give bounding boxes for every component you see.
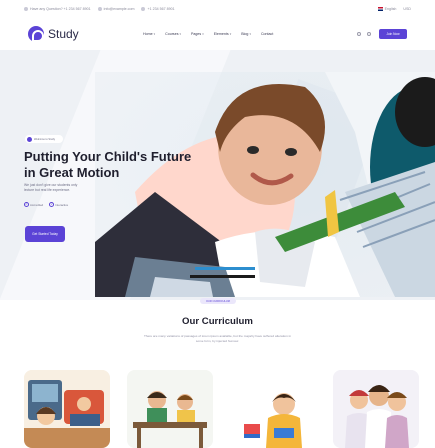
hero-title: Putting Your Child's Future in Great Mot… <box>24 149 192 180</box>
menu-item-pages[interactable]: Pages ▾ <box>191 32 204 36</box>
badge-icon <box>27 136 32 142</box>
phone-icon <box>141 7 146 11</box>
menu-item-label: Blog <box>241 32 249 36</box>
chevron-down-icon: ▾ <box>179 32 182 36</box>
curriculum-card[interactable] <box>333 370 419 448</box>
topbar-phone-text: Have any Question? +1 234 567 8901 <box>30 7 91 11</box>
friends-group-illustration-icon <box>333 370 419 448</box>
currency-label: USD <box>403 7 411 11</box>
hero-check-label: Accredited <box>30 202 44 207</box>
menu-item-label: Home <box>143 32 153 36</box>
hero-check-label: Interactive <box>55 202 69 207</box>
hero-checks: ✓ Accredited ✓ Interactive <box>24 202 68 207</box>
hero-badge: Welcome to Study <box>25 135 63 143</box>
menu-item-blog[interactable]: Blog ▾ <box>241 32 251 36</box>
check-icon: ✓ <box>49 202 55 207</box>
students-desk-illustration-icon <box>127 370 213 448</box>
topbar-phone2-text: +1 234 567 8901 <box>147 7 175 11</box>
language-select[interactable]: English <box>377 7 397 11</box>
search-icon[interactable] <box>357 32 361 36</box>
cart-icon[interactable] <box>367 32 371 36</box>
currency-select[interactable]: USD <box>403 7 411 11</box>
hero-description: We just don't give our students only lec… <box>24 183 78 192</box>
logo[interactable]: Study <box>28 26 123 42</box>
flag-icon <box>377 7 383 11</box>
logo-text: Study <box>48 27 79 41</box>
chevron-down-icon: ▾ <box>229 32 232 36</box>
menu-item-label: Pages <box>191 32 202 36</box>
curriculum-card[interactable] <box>127 370 213 448</box>
hero-student-photo <box>95 72 435 297</box>
kid-with-book-illustration-icon <box>230 370 316 448</box>
children-class-illustration-icon <box>24 370 110 448</box>
menu-item-elements[interactable]: Elements ▾ <box>214 32 232 36</box>
curriculum-cards <box>24 370 424 448</box>
get-started-button[interactable]: Get Started Today <box>25 226 65 242</box>
topbar-email[interactable]: info@example.com <box>97 7 135 11</box>
menu-item-contact[interactable]: Contact <box>261 32 273 36</box>
topbar-phone[interactable]: Have any Question? +1 234 567 8901 <box>24 7 91 11</box>
language-label: English <box>384 7 397 11</box>
join-now-button[interactable]: Join Now <box>379 29 407 39</box>
nav-icons <box>357 32 371 36</box>
hero-check-item: ✓ Interactive <box>49 202 68 207</box>
hero-check-item: ✓ Accredited <box>24 202 43 207</box>
curriculum-pill: OUR CURRICULUM <box>200 298 236 304</box>
phone-icon <box>24 7 28 11</box>
curriculum-description: There are many variations of passages of… <box>144 334 291 343</box>
topbar-phone2[interactable]: +1 234 567 8901 <box>141 7 175 11</box>
topbar: Have any Question? +1 234 567 8901 info@… <box>0 0 435 18</box>
curriculum-title: Our Curriculum <box>182 316 253 327</box>
menu-item-label: Elements <box>213 32 229 36</box>
main-menu: Home ▾ Courses ▾ Pages ▾ Elements ▾ Blog ▾ Co… <box>143 32 273 36</box>
menu-item-label: Contact <box>260 32 274 36</box>
logo-icon <box>28 26 44 42</box>
curriculum-card[interactable] <box>230 370 316 448</box>
chevron-down-icon: ▾ <box>202 32 204 36</box>
menu-item-courses[interactable]: Courses ▾ <box>165 32 181 36</box>
menu-item-home[interactable]: Home ▾ <box>143 32 155 36</box>
curriculum-card[interactable] <box>24 370 110 448</box>
chevron-down-icon: ▾ <box>249 32 251 36</box>
menu-item-label: Courses <box>165 32 179 36</box>
chevron-down-icon: ▾ <box>153 32 156 36</box>
navbar: Study Home ▾ Courses ▾ Pages ▾ Elements ▾ Bl… <box>0 18 435 50</box>
hero-badge-text: Welcome to Study <box>34 137 55 141</box>
mail-icon <box>97 7 102 11</box>
hero-section: Welcome to Study Putting Your Child's Fu… <box>0 50 435 300</box>
topbar-email-text: info@example.com <box>103 7 135 11</box>
check-icon: ✓ <box>24 202 29 207</box>
